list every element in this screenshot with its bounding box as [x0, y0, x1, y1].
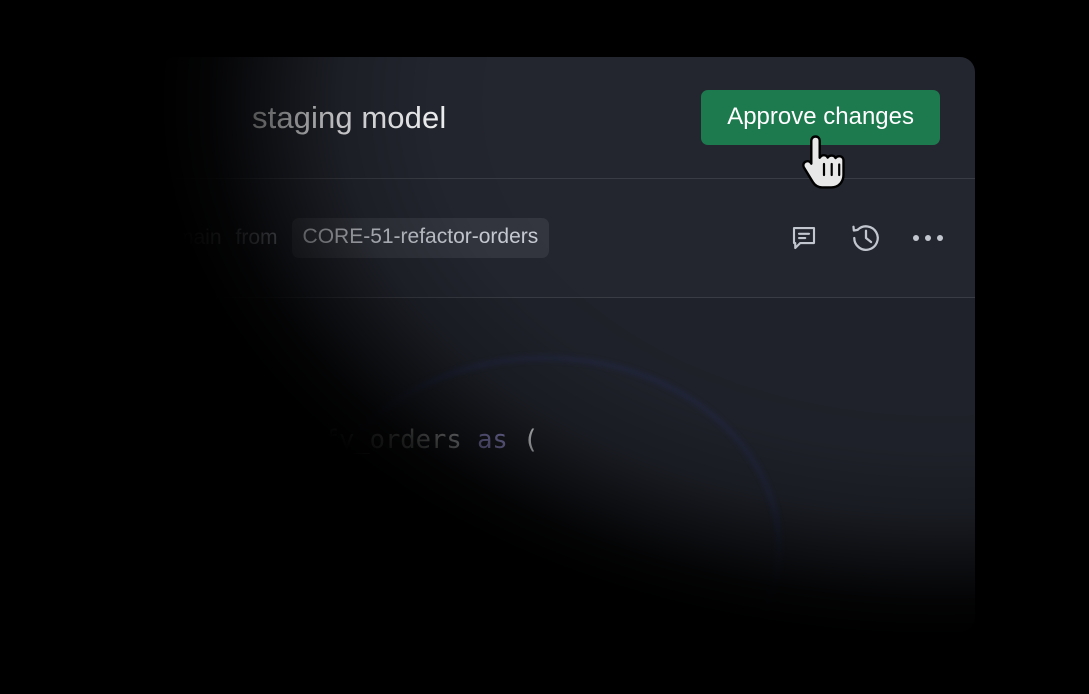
comment-icon	[789, 223, 819, 253]
code-line-2: select	[231, 563, 324, 593]
page-title: staging model	[252, 99, 447, 135]
history-icon	[850, 222, 882, 254]
more-options-button[interactable]	[911, 221, 945, 255]
comment-button[interactable]	[787, 221, 821, 255]
more-options-icon	[913, 235, 943, 241]
code-line-1: with shopify_orders as (	[170, 425, 539, 455]
branch-info: main from CORE-51-refactor-orders	[176, 218, 787, 258]
card-header: staging model Approve changes	[160, 57, 975, 178]
pull-request-card-fade-mask: staging model Approve changes main from …	[160, 57, 975, 694]
target-branch-label[interactable]: main	[176, 226, 222, 250]
pull-request-card: staging model Approve changes main from …	[160, 57, 975, 632]
branch-actions	[787, 221, 945, 255]
screenshot-root: staging model Approve changes main from …	[0, 0, 1089, 694]
source-branch-chip[interactable]: CORE-51-refactor-orders	[291, 218, 550, 258]
approve-changes-button[interactable]: Approve changes	[701, 90, 940, 145]
branch-preposition-label: from	[235, 226, 278, 249]
branch-bar: main from CORE-51-refactor-orders	[160, 179, 975, 297]
sql-code-block[interactable]: with shopify_orders as ( select id, paym…	[160, 298, 975, 632]
history-button[interactable]	[849, 221, 883, 255]
